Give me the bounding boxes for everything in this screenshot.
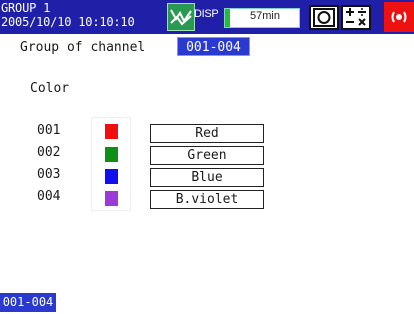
trend-display-icon[interactable]: [167, 3, 195, 31]
color-swatch: [105, 169, 118, 184]
group-name: GROUP 1: [1, 1, 51, 15]
color-field[interactable]: Red: [150, 124, 264, 143]
color-field[interactable]: Green: [150, 146, 264, 165]
group-of-channel-label: Group of channel: [20, 40, 146, 55]
selected-group-indicator: 001-004: [0, 293, 56, 312]
color-swatch: [105, 124, 118, 139]
color-swatch: [105, 147, 118, 162]
title-bar: GROUP 1 2005/10/10 10:10:10 DISP 57min: [0, 0, 414, 34]
memory-remaining: 57min: [250, 10, 280, 22]
channel-number: 003: [37, 167, 61, 182]
color-field[interactable]: B.violet: [150, 190, 264, 209]
channel-number: 002: [37, 145, 61, 160]
color-field[interactable]: Blue: [150, 168, 264, 187]
color-section-label: Color: [30, 81, 70, 96]
math-button[interactable]: [341, 5, 371, 30]
settings-screen: GROUP 1 2005/10/10 10:10:10 DISP 57min G…: [0, 0, 414, 314]
record-button[interactable]: [309, 5, 339, 30]
channel-number: 004: [37, 189, 61, 204]
channel-number: 001: [37, 123, 61, 138]
memory-status-icon: [225, 9, 230, 27]
display-mode-label: DISP: [194, 8, 219, 20]
date-time: 2005/10/10 10:10:10: [1, 15, 135, 29]
color-swatch: [105, 191, 118, 206]
group-of-channel-field[interactable]: 001-004: [177, 37, 250, 56]
math-icon: [346, 8, 366, 26]
record-icon: [313, 8, 335, 27]
alarm-icon[interactable]: [384, 2, 414, 32]
memory-status: 57min: [224, 8, 300, 28]
